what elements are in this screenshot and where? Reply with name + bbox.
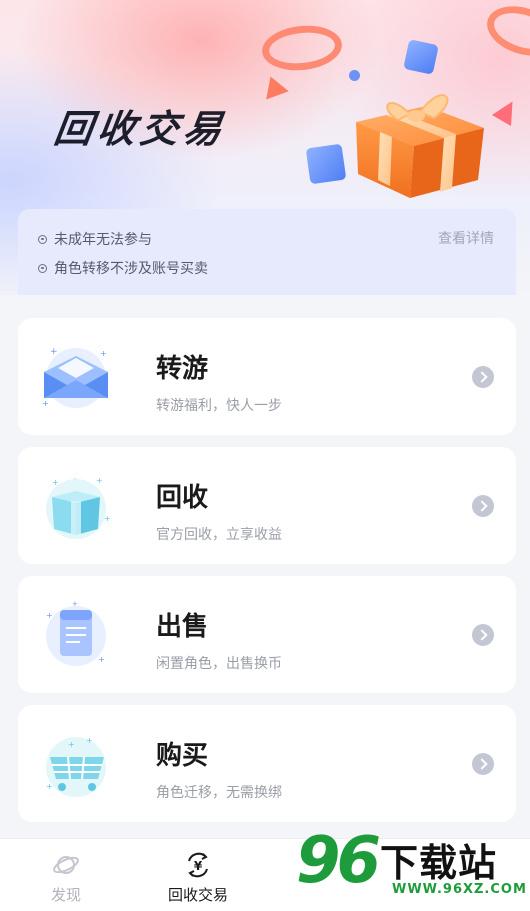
notice-item: 角色转移不涉及账号买卖 — [38, 258, 208, 278]
svg-text:+: + — [86, 736, 93, 745]
envelope-icon: + + + — [42, 347, 108, 408]
svg-text:+: + — [68, 740, 75, 749]
view-details-link[interactable]: 查看详情 — [438, 228, 494, 248]
tab-label: 回收交易 — [167, 886, 228, 904]
bullet-icon — [38, 263, 47, 273]
svg-text:+: + — [96, 476, 103, 485]
shopping-cart-icon: + + + — [46, 736, 106, 797]
service-card-transfer[interactable]: + + + 转游 转游福利，快人一步 — [18, 318, 516, 435]
svg-text:+: + — [46, 782, 53, 791]
svg-text:+: + — [52, 478, 59, 487]
card-title: 出售 — [156, 612, 209, 642]
svg-text:+: + — [72, 600, 78, 608]
notice-text: 角色转移不涉及账号买卖 — [54, 261, 208, 277]
triangle-decoration — [491, 95, 523, 127]
notice-text: 未成年无法参与 — [54, 232, 152, 248]
chevron-right-icon[interactable] — [472, 624, 494, 646]
svg-text:+: + — [100, 349, 107, 358]
service-card-buy[interactable]: + + + 购买 角色迁移，无需换绑 — [18, 705, 516, 822]
card-subtitle: 闲置角色，出售换币 — [156, 656, 282, 672]
cube-decoration — [305, 143, 347, 185]
document-icon: + + + — [46, 600, 106, 666]
chevron-right-icon[interactable] — [472, 495, 494, 517]
site-watermark: 96 下载站 WWW.96XZ.COM — [296, 822, 526, 910]
service-list: + + + 转游 转游福利，快人一步 + + · + 回收 官方回收，立享收益 — [0, 295, 530, 840]
tab-recycle-trade[interactable]: ¥ 回收交易 — [133, 839, 263, 911]
watermark-url: WWW.96XZ.COM — [392, 882, 527, 897]
svg-text:+: + — [50, 347, 58, 357]
tab-discover[interactable]: 发现 — [1, 839, 131, 911]
chevron-right-icon[interactable] — [472, 366, 494, 388]
open-box-icon: + + · + — [46, 475, 111, 539]
planet-icon — [53, 856, 79, 874]
watermark-site-name: 下载站 — [380, 841, 498, 885]
bullet-icon — [38, 234, 47, 244]
card-title: 购买 — [156, 741, 209, 771]
svg-text:+: + — [104, 514, 111, 523]
watermark-number: 96 — [296, 824, 381, 898]
triangle-decoration — [259, 72, 289, 100]
svg-text:¥: ¥ — [194, 859, 203, 873]
gift-box-icon — [356, 94, 484, 198]
chevron-right-icon[interactable] — [472, 753, 494, 775]
ring-decoration — [480, 0, 530, 65]
svg-text:+: + — [42, 399, 49, 408]
card-subtitle: 角色迁移，无需换绑 — [156, 785, 282, 801]
card-subtitle: 官方回收，立享收益 — [156, 527, 282, 543]
card-title: 转游 — [156, 354, 209, 384]
svg-text:+: + — [98, 655, 105, 664]
card-title: 回收 — [156, 483, 209, 513]
svg-text:·: · — [74, 475, 76, 483]
page-title: 回收交易 — [51, 107, 230, 151]
svg-text:+: + — [46, 611, 53, 620]
card-subtitle: 转游福利，快人一步 — [156, 398, 282, 414]
ring-decoration — [259, 21, 345, 75]
tab-label: 发现 — [50, 886, 81, 904]
yuan-cycle-icon: ¥ — [188, 852, 208, 878]
service-card-sell[interactable]: + + + 出售 闲置角色，出售换币 — [18, 576, 516, 693]
service-card-recycle[interactable]: + + · + 回收 官方回收，立享收益 — [18, 447, 516, 564]
notice-item: 未成年无法参与 — [38, 229, 152, 249]
notice-box: 未成年无法参与 角色转移不涉及账号买卖 查看详情 — [18, 209, 516, 295]
